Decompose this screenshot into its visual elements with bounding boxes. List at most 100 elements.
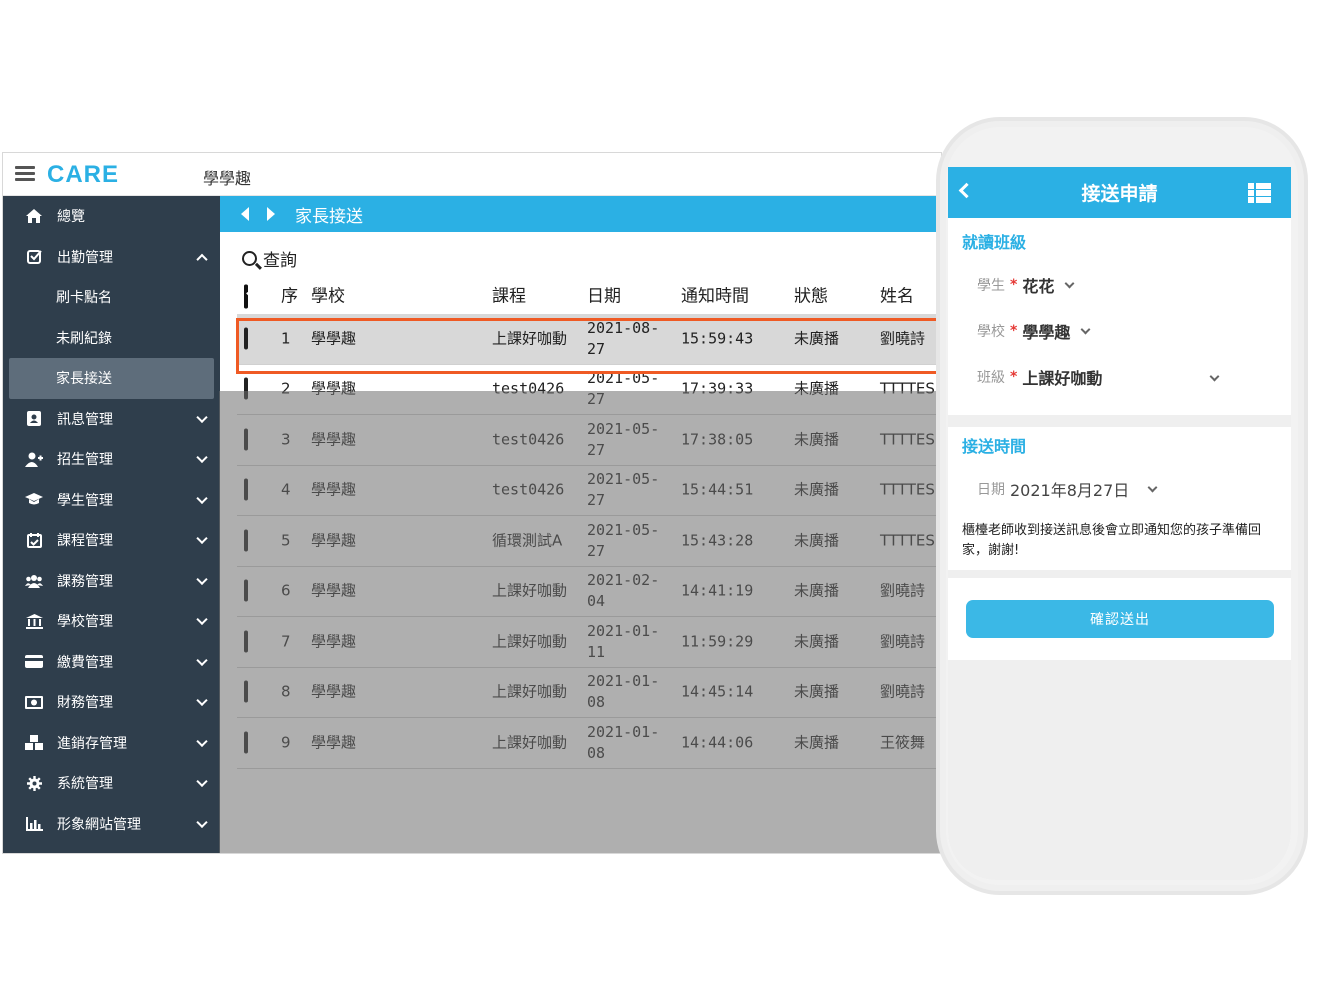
contact-icon [25,411,43,427]
sidebar-item-course-affairs[interactable]: 課務管理 [3,561,220,602]
row-school: 學學趣 [311,581,357,600]
table-row[interactable]: 8 學學趣 上課好咖動 2021-01-08 14:45:14 未廣播 劉曉詩 [237,668,941,718]
row-course: 上課好咖動 [492,581,568,600]
chevron-down-icon [196,694,208,707]
date-select[interactable]: 日期 2021年8月27日 [977,477,1158,501]
table-row[interactable]: 7 學學趣 上課好咖動 2021-01-11 11:59:29 未廣播 劉曉詩 [237,617,941,668]
table-row[interactable]: 9 學學趣 上課好咖動 2021-01-08 14:44:06 未廣播 王筱舞 [237,718,941,769]
student-select[interactable]: 學生 * 花花 [977,273,1075,297]
row-school: 學學趣 [311,480,357,499]
pickup-note: 櫃檯老師收到接送訊息後會立即通知您的孩子準備回家，謝謝! [962,523,1262,558]
sidebar-subitem-card-roll-call[interactable]: 刷卡點名 [3,277,220,318]
table-header: 序 學校 課程 日期 通知時間 狀態 姓名 [237,280,941,314]
row-course: test0426 [492,379,565,398]
caret-right-icon[interactable] [267,207,275,221]
list-icon[interactable] [1248,183,1271,203]
chevron-down-icon [1147,482,1158,492]
row-notify-time: 15:59:43 [681,329,754,348]
breadcrumb: 家長接送 [220,196,941,232]
sidebar-item-label: 招生管理 [57,452,113,469]
sidebar-item-overview[interactable]: 總覽 [3,196,220,237]
row-notify-time: 11:59:29 [681,632,754,651]
table-row[interactable]: 1 學學趣 上課好咖動 2021-08-27 15:59:43 未廣播 劉曉詩 [237,314,941,365]
sidebar-item-courses[interactable]: 課程管理 [3,520,220,561]
money-icon [25,695,43,709]
sidebar-item-label: 總覽 [57,209,85,226]
row-school: 學學趣 [311,632,357,651]
sidebar-item-label: 課程管理 [57,533,113,550]
sidebar-subitem-parent-pickup[interactable]: 家長接送 [9,358,214,399]
sidebar-item-label: 課務管理 [57,573,113,590]
required-mark: * [1010,277,1018,293]
student-value: 花花 [1022,277,1055,296]
sidebar-item-finance[interactable]: 財務管理 [3,682,220,723]
school-select[interactable]: 學校 * 學學趣 [977,319,1091,343]
row-course: 上課好咖動 [492,733,568,752]
sidebar-subitem-unswiped-records[interactable]: 未刷紀錄 [3,318,220,359]
row-status: 未廣播 [794,531,840,550]
required-mark: * [1010,369,1018,385]
row-checkbox[interactable] [244,529,248,552]
class-select[interactable]: 班級 * 上課好咖動 [977,365,1222,389]
phone-empty-area [948,660,1291,880]
chevron-down-icon [196,451,208,464]
row-date: 2021-05-27 [587,470,660,510]
row-school: 學學趣 [311,379,357,398]
row-checkbox[interactable] [244,377,248,400]
row-checkbox[interactable] [244,579,248,602]
row-index: 2 [281,379,291,398]
row-notify-time: 14:41:19 [681,581,754,600]
row-name: TTTTES [880,430,935,449]
row-date: 2021-01-08 [587,672,660,712]
row-checkbox[interactable] [244,731,248,754]
sidebar-item-system[interactable]: 系統管理 [3,763,220,804]
sidebar-item-enrollment[interactable]: 招生管理 [3,439,220,480]
table-row[interactable]: 2 學學趣 test0426 2021-05-27 17:39:33 未廣播 TTTTES [237,365,941,415]
table-row[interactable]: 3 學學趣 test0426 2021-05-27 17:38:05 未廣播 TTTTES [237,415,941,466]
table-row[interactable]: 4 學學趣 test0426 2021-05-27 15:44:51 未廣播 TTTTES [237,466,941,516]
row-name: 劉曉詩 [880,581,926,600]
row-course: 循環測試A [492,531,563,550]
row-course: test0426 [492,480,565,499]
query-label: 查詢 [263,251,297,271]
hamburger-menu-icon[interactable] [15,166,35,182]
row-checkbox[interactable] [244,428,248,451]
section-class-title: 就讀班級 [962,233,1027,252]
submit-button[interactable]: 確認送出 [966,600,1274,638]
row-index: 9 [281,733,291,752]
row-date: 2021-01-11 [587,621,660,661]
row-checkbox[interactable] [244,630,248,653]
sidebar-item-label: 進銷存管理 [57,735,127,752]
sidebar-item-label: 系統管理 [57,776,113,793]
user-plus-icon [25,452,43,467]
sidebar-item-payments[interactable]: 繳費管理 [3,642,220,683]
row-date: 2021-05-27 [587,419,660,459]
sidebar-item-schools[interactable]: 學校管理 [3,601,220,642]
query-button[interactable]: 查詢 [242,246,297,271]
date-value: 2021年8月27日 [1010,481,1130,500]
sidebar-item-label: 繳費管理 [57,654,113,671]
row-date: 2021-05-27 [587,369,660,409]
header-index: 序 [281,286,298,307]
row-checkbox[interactable] [244,478,248,501]
table-row[interactable]: 6 學學趣 上課好咖動 2021-02-04 14:41:19 未廣播 劉曉詩 [237,567,941,617]
row-course: 上課好咖動 [492,329,568,348]
chevron-down-icon [196,492,208,504]
sidebar-item-website[interactable]: 形象網站管理 [3,804,220,845]
check-square-icon [25,249,43,265]
caret-left-icon[interactable] [241,207,249,221]
header-school: 學校 [311,286,345,307]
row-checkbox[interactable] [244,680,248,703]
sidebar-item-students[interactable]: 學生管理 [3,480,220,521]
sidebar-item-inventory[interactable]: 進銷存管理 [3,723,220,764]
class-label: 班級 [977,370,1005,386]
top-bar: CARE 學學趣 [3,153,941,196]
row-checkbox[interactable] [244,327,248,350]
section-divider [948,570,1291,578]
select-all-checkbox[interactable] [244,284,248,309]
date-label: 日期 [977,482,1005,498]
sidebar-item-attendance[interactable]: 出勤管理 [3,237,220,278]
table-row[interactable]: 5 學學趣 循環測試A 2021-05-27 15:43:28 未廣播 TTTTES [237,516,941,567]
row-school: 學學趣 [311,733,357,752]
sidebar-item-messages[interactable]: 訊息管理 [3,399,220,440]
